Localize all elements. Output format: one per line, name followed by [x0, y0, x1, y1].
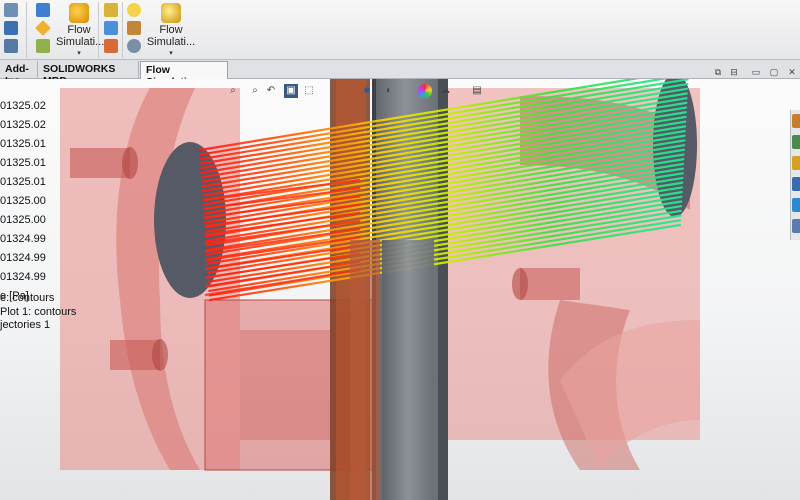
diamond-icon[interactable] [35, 20, 51, 36]
tile-icon[interactable]: ⊟ [728, 67, 740, 78]
plot-caption: e: contours Plot 1: contours jectories 1 [0, 292, 76, 333]
restore-icon[interactable]: ⧉ [712, 67, 724, 78]
legend-value: 01325.01 [0, 176, 46, 188]
chevron-down-icon: ▾ [169, 50, 173, 57]
home-icon[interactable] [792, 114, 800, 128]
task-pane [790, 110, 800, 240]
legend-value: 01325.02 [0, 119, 46, 131]
display-style-icon[interactable]: ■ [360, 84, 374, 98]
flow-simulation-icon [69, 3, 89, 23]
flow-simulation-b-label-2: Simulati... [146, 36, 196, 48]
chart-icon[interactable] [104, 3, 118, 17]
file-explorer-icon[interactable] [792, 177, 800, 191]
lightbulb-icon[interactable] [127, 3, 141, 17]
legend-value: 01325.00 [0, 195, 46, 207]
view-palette-icon[interactable] [792, 198, 800, 212]
view-orientation-icon[interactable]: ⬚ [302, 84, 316, 98]
hide-show-icon[interactable]: ◐ [382, 84, 396, 98]
component-icon[interactable] [36, 39, 50, 53]
command-manager-tabs: Add-Ins SOLIDWORKS MBD Flow Simulation [0, 60, 800, 88]
legend-value: 01325.01 [0, 157, 46, 169]
edit-sketch-icon[interactable] [4, 3, 18, 17]
resources-icon[interactable] [792, 135, 800, 149]
flow-simulation-b-button[interactable]: Flow Simulati... ▾ [146, 3, 196, 60]
report-icon[interactable] [104, 39, 118, 53]
probe-icon[interactable] [127, 21, 141, 35]
close-icon[interactable]: ✕ [786, 67, 798, 78]
apply-scene-icon[interactable]: ☁ [438, 84, 452, 98]
legend-value: 01324.99 [0, 252, 46, 264]
legend-value: 01325.02 [0, 100, 46, 112]
chevron-down-icon: ▾ [77, 50, 81, 57]
section-view-icon[interactable]: ▣ [284, 84, 298, 98]
ribbon-separator [122, 2, 123, 58]
caption-line: jectories 1 [0, 319, 51, 331]
flow-scene [60, 79, 700, 500]
previous-view-icon[interactable]: ↶ [264, 84, 278, 98]
results-icon[interactable] [104, 21, 118, 35]
tools-icon[interactable] [4, 39, 18, 53]
legend-value: 01324.99 [0, 271, 46, 283]
gear-icon[interactable] [127, 39, 141, 53]
flow-simulation-label-1: Flow [67, 24, 91, 36]
tab-solidworks-mbd[interactable]: SOLIDWORKS MBD [38, 61, 139, 87]
flow-simulation-b-icon [161, 3, 181, 23]
command-ribbon: Flow Simulati... ▾ Flow Simulati... ▾ [0, 0, 800, 60]
appearances-icon[interactable] [792, 219, 800, 233]
plate-front [350, 240, 380, 500]
shaft-front [382, 240, 434, 500]
ribbon-separator [26, 2, 27, 58]
flow-simulation-label-2: Simulati... [56, 36, 105, 48]
caption-line: Plot 1: contours [0, 305, 77, 318]
edit-appearance-icon[interactable] [418, 84, 432, 98]
legend-value: 01324.99 [0, 233, 46, 245]
save-icon[interactable] [4, 21, 18, 35]
wizard-icon[interactable] [36, 3, 50, 17]
maximize-icon[interactable]: ▢ [768, 67, 780, 78]
tab-flow-simulation[interactable]: Flow Simulation [140, 61, 228, 88]
zoom-area-icon[interactable]: ⌕ [248, 84, 262, 98]
minimize-icon[interactable]: ▭ [750, 67, 762, 78]
caption-line: e: contours [0, 292, 55, 304]
solidworks-window: Flow Simulati... ▾ Flow Simulati... ▾ Ad… [0, 0, 800, 500]
legend-value: 01325.00 [0, 214, 46, 226]
flow-simulation-b-label-1: Flow [159, 24, 183, 36]
design-library-icon[interactable] [792, 156, 800, 170]
flow-simulation-button[interactable]: Flow Simulati... ▾ [56, 3, 105, 60]
zoom-to-fit-icon[interactable]: ⌕ [226, 84, 240, 98]
ribbon-separator [98, 2, 99, 58]
graphics-viewport[interactable]: ⌕ ⌕ ↶ ▣ ⬚ ■ ◐ ☁ ▤ 01325.02 01325.02 0132… [0, 79, 800, 500]
tab-add-ins[interactable]: Add-Ins [0, 61, 38, 87]
view-settings-icon[interactable]: ▤ [470, 84, 484, 98]
legend-value: 01325.01 [0, 138, 46, 150]
